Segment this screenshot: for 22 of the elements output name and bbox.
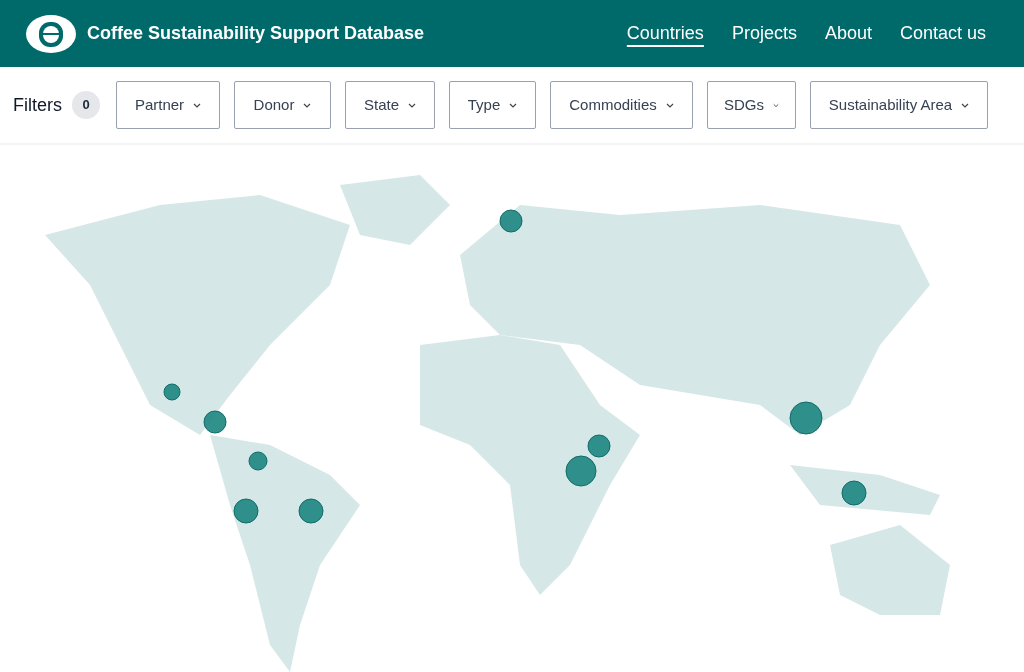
filters-label: Filters bbox=[13, 93, 62, 117]
chevron-down-icon bbox=[193, 102, 202, 108]
site-title: Coffee Sustainability Support Database bbox=[87, 22, 425, 45]
chevron-down-icon bbox=[665, 102, 674, 108]
logo-icon[interactable] bbox=[26, 14, 76, 53]
filter-dropdown[interactable]: Type bbox=[449, 81, 536, 129]
nav-link[interactable]: Contact us bbox=[899, 20, 986, 47]
filter-dropdown[interactable]: Commodities bbox=[550, 81, 693, 129]
filter-dropdown[interactable]: Donor bbox=[234, 81, 331, 129]
nav-link[interactable]: Countries bbox=[626, 20, 704, 47]
filter-dropdown[interactable]: Partner bbox=[116, 81, 220, 129]
chevron-down-icon bbox=[773, 102, 779, 108]
chevron-down-icon bbox=[303, 102, 312, 108]
chevron-down-icon bbox=[961, 102, 970, 108]
filter-dropdown[interactable]: Sustainability Area bbox=[810, 81, 988, 129]
nav-link[interactable]: Projects bbox=[731, 20, 797, 47]
chevron-down-icon bbox=[509, 102, 518, 108]
filter-count: 0 bbox=[72, 91, 100, 119]
nav-link[interactable]: About bbox=[824, 20, 872, 47]
filter-dropdown[interactable]: SDGs bbox=[707, 81, 796, 129]
filter-dropdown[interactable]: State bbox=[345, 81, 435, 129]
chevron-down-icon bbox=[408, 102, 416, 108]
